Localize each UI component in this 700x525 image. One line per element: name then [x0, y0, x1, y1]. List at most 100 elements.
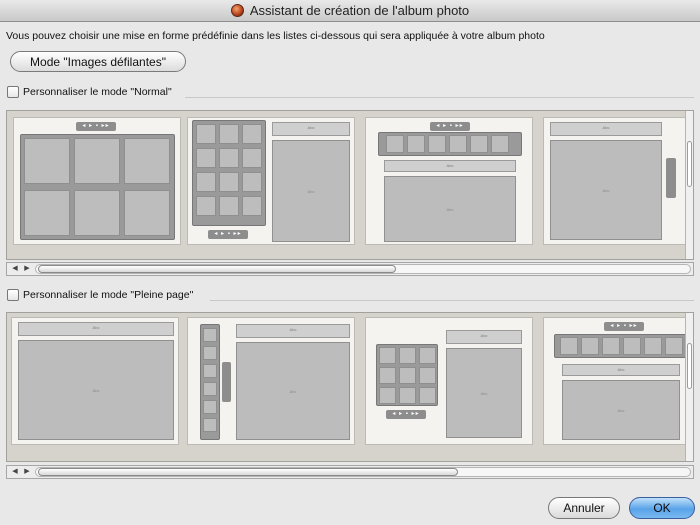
- layout-thumb[interactable]: Abc Abc: [187, 317, 355, 445]
- vertical-scroll-thumb[interactable]: [687, 141, 692, 187]
- title-placeholder: Abc: [550, 122, 662, 136]
- window-title: Assistant de création de l'album photo: [249, 3, 470, 18]
- photo-placeholder: Abc: [18, 340, 174, 440]
- section-separator: [210, 300, 694, 301]
- layout-thumb[interactable]: ◂ ▸ ▪ ▸▸ Abc Abc: [543, 317, 688, 445]
- slideshow-controls-icon: ◂ ▸ ▪ ▸▸: [208, 230, 248, 239]
- layout-thumb[interactable]: ◂ ▸ ▪ ▸▸ Abc Abc: [365, 317, 533, 445]
- scroll-track[interactable]: [35, 264, 691, 274]
- normal-layouts-strip: ◂ ▸ ▪ ▸▸ ◂ ▸ ▪ ▸▸ Abc Abc ◂ ▸ ▪ ▸▸ Abc A…: [6, 110, 694, 260]
- grid-cell: [124, 138, 170, 184]
- customize-normal-row[interactable]: Personnaliser le mode "Normal": [7, 86, 172, 98]
- ok-button[interactable]: OK: [629, 497, 695, 519]
- horizontal-scroll-thumb[interactable]: [38, 468, 458, 476]
- filmstrip-cell: [407, 135, 425, 153]
- side-controls-icon: [222, 362, 231, 402]
- customize-fullpage-checkbox[interactable]: [7, 289, 19, 301]
- grid-cell: [379, 387, 396, 404]
- fullpage-strip-horizontal-scrollbar[interactable]: ◀ ▶: [6, 465, 694, 479]
- filmstrip-cell: [203, 418, 217, 432]
- filmstrip-cell: [491, 135, 509, 153]
- photo-placeholder: Abc: [272, 140, 350, 242]
- grid-cell: [242, 148, 262, 168]
- layout-thumb[interactable]: Abc Abc: [543, 117, 687, 245]
- horizontal-scroll-thumb[interactable]: [38, 265, 396, 273]
- filmstrip-cell: [203, 328, 217, 342]
- window-titlebar: Assistant de création de l'album photo: [0, 0, 700, 22]
- album-app-icon: [230, 4, 244, 17]
- grid-cell: [196, 124, 216, 144]
- grid-cell: [219, 148, 239, 168]
- filmstrip-cell: [560, 337, 578, 355]
- grid-cell: [242, 196, 262, 216]
- slideshow-controls-icon: ◂ ▸ ▪ ▸▸: [430, 122, 470, 131]
- normal-strip-horizontal-scrollbar[interactable]: ◀ ▶: [6, 262, 694, 276]
- grid-cell: [242, 172, 262, 192]
- filmstrip-cell: [386, 135, 404, 153]
- filmstrip-cell: [470, 135, 488, 153]
- filmstrip-cell: [203, 364, 217, 378]
- grid-cell: [419, 347, 436, 364]
- vertical-scroll-thumb[interactable]: [687, 343, 692, 389]
- grid-cell: [379, 367, 396, 384]
- grid-cell: [399, 387, 416, 404]
- grid-cell: [219, 172, 239, 192]
- customize-normal-checkbox[interactable]: [7, 86, 19, 98]
- grid-cell: [124, 190, 170, 236]
- scroll-left-arrow[interactable]: ◀: [9, 263, 21, 275]
- grid-cell: [379, 347, 396, 364]
- filmstrip-cell: [449, 135, 467, 153]
- slideshow-controls-icon: ◂ ▸ ▪ ▸▸: [386, 410, 426, 419]
- grid-cell: [219, 124, 239, 144]
- slideshow-controls-icon: ◂ ▸ ▪ ▸▸: [604, 322, 644, 331]
- filmstrip-cell: [623, 337, 641, 355]
- layout-thumb[interactable]: ◂ ▸ ▪ ▸▸: [13, 117, 181, 245]
- section-separator: [185, 97, 694, 98]
- customize-fullpage-label: Personnaliser le mode "Pleine page": [23, 289, 194, 301]
- description-text: Vous pouvez choisir une mise en forme pr…: [6, 30, 545, 42]
- photo-placeholder: Abc: [236, 342, 350, 440]
- grid-cell: [196, 172, 216, 192]
- filmstrip-cell: [644, 337, 662, 355]
- grid-cell: [196, 148, 216, 168]
- photo-placeholder: Abc: [550, 140, 662, 240]
- grid-cell: [399, 367, 416, 384]
- layout-thumb[interactable]: ◂ ▸ ▪ ▸▸ Abc Abc: [187, 117, 355, 245]
- title-placeholder: Abc: [384, 160, 516, 172]
- slideshow-controls-icon: ◂ ▸ ▪ ▸▸: [76, 122, 116, 131]
- scroll-track[interactable]: [35, 467, 691, 477]
- normal-strip-vertical-scrollbar[interactable]: [685, 111, 693, 259]
- grid-cell: [219, 196, 239, 216]
- fullpage-layouts-strip: Abc Abc Abc Abc ◂ ▸ ▪ ▸▸ Abc Abc ◂ ▸ ▪ ▸…: [6, 312, 694, 462]
- photo-placeholder: Abc: [562, 380, 680, 440]
- layout-thumb[interactable]: ◂ ▸ ▪ ▸▸ Abc Abc: [365, 117, 533, 245]
- photo-placeholder: Abc: [384, 176, 516, 242]
- filmstrip-cell: [428, 135, 446, 153]
- title-placeholder: Abc: [18, 322, 174, 336]
- filmstrip-cell: [581, 337, 599, 355]
- title-placeholder: Abc: [446, 330, 522, 344]
- grid-cell: [74, 190, 120, 236]
- fullpage-strip-vertical-scrollbar[interactable]: [685, 313, 693, 461]
- cancel-button[interactable]: Annuler: [548, 497, 620, 519]
- scroll-right-arrow[interactable]: ▶: [21, 263, 33, 275]
- filmstrip-cell: [602, 337, 620, 355]
- scroll-right-arrow[interactable]: ▶: [21, 466, 33, 478]
- grid-cell: [419, 367, 436, 384]
- grid-cell: [399, 347, 416, 364]
- grid-cell: [74, 138, 120, 184]
- title-placeholder: Abc: [272, 122, 350, 136]
- grid-cell: [24, 138, 70, 184]
- layout-thumb[interactable]: Abc Abc: [11, 317, 179, 445]
- scroll-left-arrow[interactable]: ◀: [9, 466, 21, 478]
- customize-fullpage-row[interactable]: Personnaliser le mode "Pleine page": [7, 289, 193, 301]
- side-controls-icon: [666, 158, 676, 198]
- grid-cell: [419, 387, 436, 404]
- mode-scrolling-images-button[interactable]: Mode "Images défilantes": [10, 51, 186, 72]
- filmstrip-cell: [203, 382, 217, 396]
- title-placeholder: Abc: [236, 324, 350, 338]
- filmstrip-cell: [203, 400, 217, 414]
- filmstrip-cell: [203, 346, 217, 360]
- photo-placeholder: Abc: [446, 348, 522, 438]
- grid-cell: [242, 124, 262, 144]
